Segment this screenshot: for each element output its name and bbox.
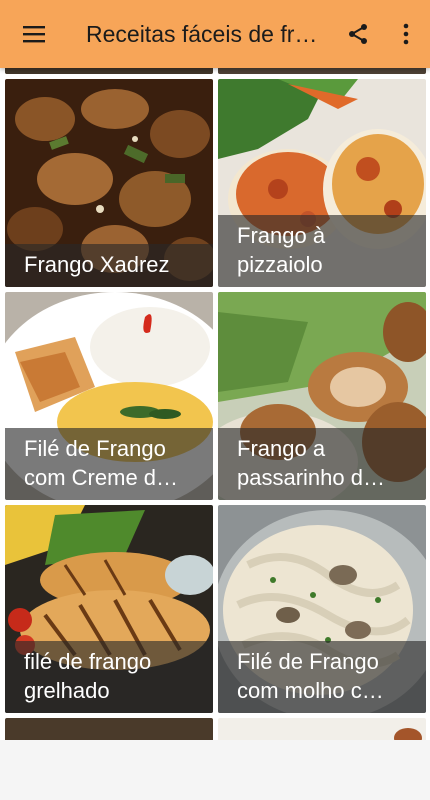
menu-button[interactable] [0, 0, 68, 68]
recipe-title-line1: Filé de Frango [24, 436, 166, 461]
share-icon [349, 24, 367, 44]
recipe-caption: Frango a passarinho d… [218, 428, 426, 500]
recipe-title-line1: Frango à [237, 223, 326, 248]
recipe-card-frango-pizzaiolo[interactable]: Frango à pizzaiolo [218, 79, 426, 287]
recipe-image [5, 718, 213, 740]
recipe-caption: Frango à pizzaiolo [218, 215, 426, 287]
recipe-card-file-frango-molho[interactable]: Filé de Frango com molho c… [218, 505, 426, 713]
recipe-title-line2: grelhado [24, 678, 110, 703]
recipe-title-line1: Frango Xadrez [24, 252, 170, 277]
recipe-card-frango-passarinho[interactable]: Frango a passarinho d… [218, 292, 426, 500]
recipe-card-file-frango-creme[interactable]: Filé de Frango com Creme d… [5, 292, 213, 500]
recipe-caption: Frango Xadrez [5, 244, 213, 287]
recipe-title-line2: com molho c… [237, 678, 384, 703]
recipe-card-frango-xadrez[interactable]: Frango Xadrez [5, 79, 213, 287]
recipe-card-partial-bottom-left[interactable] [5, 718, 213, 740]
recipe-title-line2: passarinho d… [237, 465, 385, 490]
more-options-button[interactable] [382, 0, 430, 68]
recipe-title-line2: pizzaiolo [237, 252, 323, 277]
more-vertical-icon [403, 23, 409, 45]
page-title: Receitas fáceis de frango [86, 20, 334, 47]
recipe-caption: Filé de Frango com Creme d… [5, 428, 213, 500]
app-bar: Receitas fáceis de frango [0, 0, 430, 68]
recipe-title-line1: filé de frango [24, 649, 152, 674]
recipe-card-partial-bottom-right[interactable] [218, 718, 426, 740]
bottom-banner-area [0, 740, 430, 800]
recipe-grid: Frango Xadrez Frango à pizzaiolo Filé de… [0, 0, 430, 740]
recipe-caption: filé de frango grelhado [5, 641, 213, 713]
recipe-card-file-frango-grelhado[interactable]: filé de frango grelhado [5, 505, 213, 713]
recipe-title-line1: Frango a [237, 436, 326, 461]
recipe-image [218, 718, 426, 740]
recipe-title-line2: com Creme d… [24, 465, 179, 490]
recipe-title-line1: Filé de Frango [237, 649, 379, 674]
hamburger-menu-icon [23, 26, 45, 43]
share-button[interactable] [334, 0, 382, 68]
recipe-caption: Filé de Frango com molho c… [218, 641, 426, 713]
